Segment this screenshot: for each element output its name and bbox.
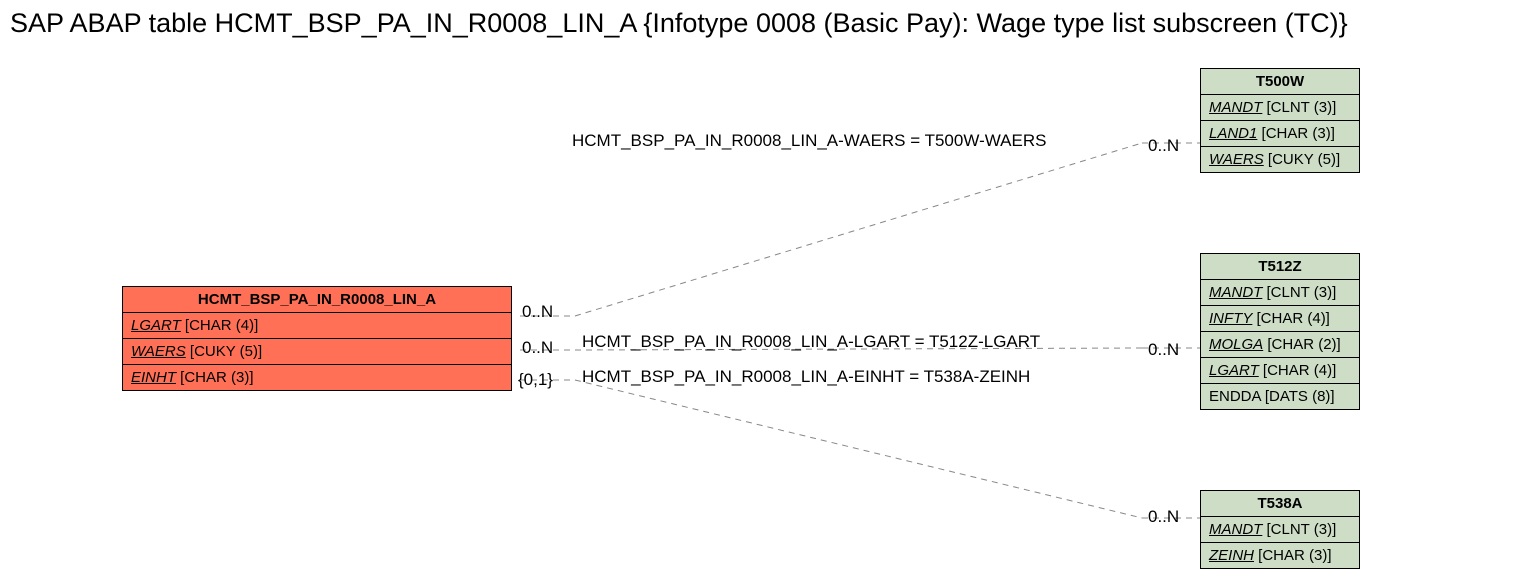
entity-t512z-field: MANDT [CLNT (3)] (1201, 280, 1359, 306)
entity-t500w-field: MANDT [CLNT (3)] (1201, 95, 1359, 121)
entity-t512z: T512Z MANDT [CLNT (3)] INFTY [CHAR (4)] … (1200, 253, 1360, 410)
cardinality-right-r3: 0..N (1148, 507, 1179, 527)
entity-t500w-field: LAND1 [CHAR (3)] (1201, 121, 1359, 147)
cardinality-left-r1: 0..N (522, 302, 553, 322)
cardinality-left-r3: {0,1} (518, 370, 553, 390)
diagram-title: SAP ABAP table HCMT_BSP_PA_IN_R0008_LIN_… (10, 8, 1348, 39)
cardinality-left-r2: 0..N (522, 338, 553, 358)
entity-t512z-field: INFTY [CHAR (4)] (1201, 306, 1359, 332)
entity-t538a-field: ZEINH [CHAR (3)] (1201, 543, 1359, 568)
relation-label-r1: HCMT_BSP_PA_IN_R0008_LIN_A-WAERS = T500W… (572, 131, 1046, 151)
entity-t538a-header: T538A (1201, 491, 1359, 517)
relation-label-r3: HCMT_BSP_PA_IN_R0008_LIN_A-EINHT = T538A… (582, 367, 1030, 387)
cardinality-right-r1: 0..N (1148, 136, 1179, 156)
entity-t512z-field: MOLGA [CHAR (2)] (1201, 332, 1359, 358)
cardinality-right-r2: 0..N (1148, 340, 1179, 360)
entity-main-field: WAERS [CUKY (5)] (123, 339, 511, 365)
entity-main: HCMT_BSP_PA_IN_R0008_LIN_A LGART [CHAR (… (122, 286, 512, 391)
entity-t512z-field: ENDDA [DATS (8)] (1201, 384, 1359, 409)
entity-t538a: T538A MANDT [CLNT (3)] ZEINH [CHAR (3)] (1200, 490, 1360, 569)
entity-t500w: T500W MANDT [CLNT (3)] LAND1 [CHAR (3)] … (1200, 68, 1360, 173)
entity-t512z-header: T512Z (1201, 254, 1359, 280)
entity-main-header: HCMT_BSP_PA_IN_R0008_LIN_A (123, 287, 511, 313)
entity-t512z-field: LGART [CHAR (4)] (1201, 358, 1359, 384)
entity-main-field: LGART [CHAR (4)] (123, 313, 511, 339)
entity-main-field: EINHT [CHAR (3)] (123, 365, 511, 390)
relation-label-r2: HCMT_BSP_PA_IN_R0008_LIN_A-LGART = T512Z… (582, 332, 1040, 352)
entity-t500w-field: WAERS [CUKY (5)] (1201, 147, 1359, 172)
entity-t500w-header: T500W (1201, 69, 1359, 95)
entity-t538a-field: MANDT [CLNT (3)] (1201, 517, 1359, 543)
